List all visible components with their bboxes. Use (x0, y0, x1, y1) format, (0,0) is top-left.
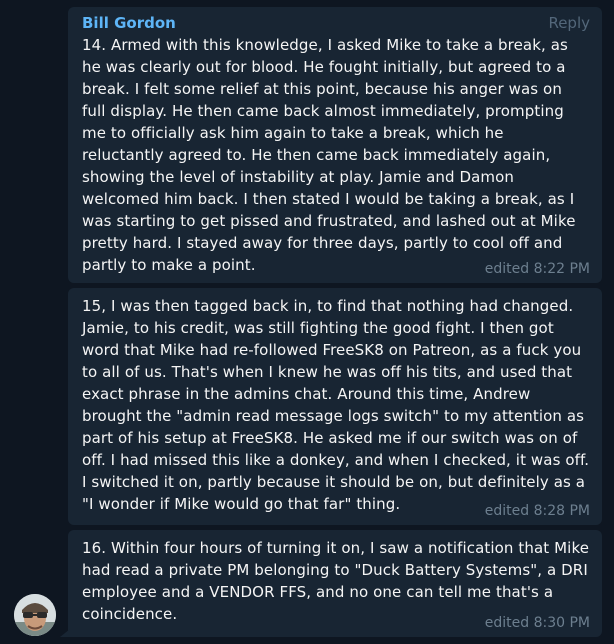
user-avatar-icon[interactable] (14, 594, 56, 636)
message-timestamp: edited 8:28 PM (484, 503, 590, 519)
message-bubble[interactable]: Bill Gordon Reply 14. Armed with this kn… (68, 7, 602, 283)
reply-button[interactable]: Reply (548, 14, 590, 32)
message-text: 14. Armed with this knowledge, I asked M… (82, 36, 576, 274)
message-timestamp: edited 8:30 PM (484, 615, 590, 631)
message-timestamp: edited 8:22 PM (484, 261, 590, 277)
message-text: 15, I was then tagged back in, to find t… (82, 297, 590, 513)
message-bubble[interactable]: 16. Within four hours of turning it on, … (68, 530, 602, 637)
bubble-tail (60, 629, 70, 637)
chat-history: Bill Gordon Reply 14. Armed with this kn… (0, 0, 614, 644)
message-header: Bill Gordon Reply (82, 14, 590, 34)
message-text: 16. Within four hours of turning it on, … (82, 539, 590, 623)
message-bubble[interactable]: 15, I was then tagged back in, to find t… (68, 288, 602, 525)
sender-name[interactable]: Bill Gordon (82, 14, 176, 32)
